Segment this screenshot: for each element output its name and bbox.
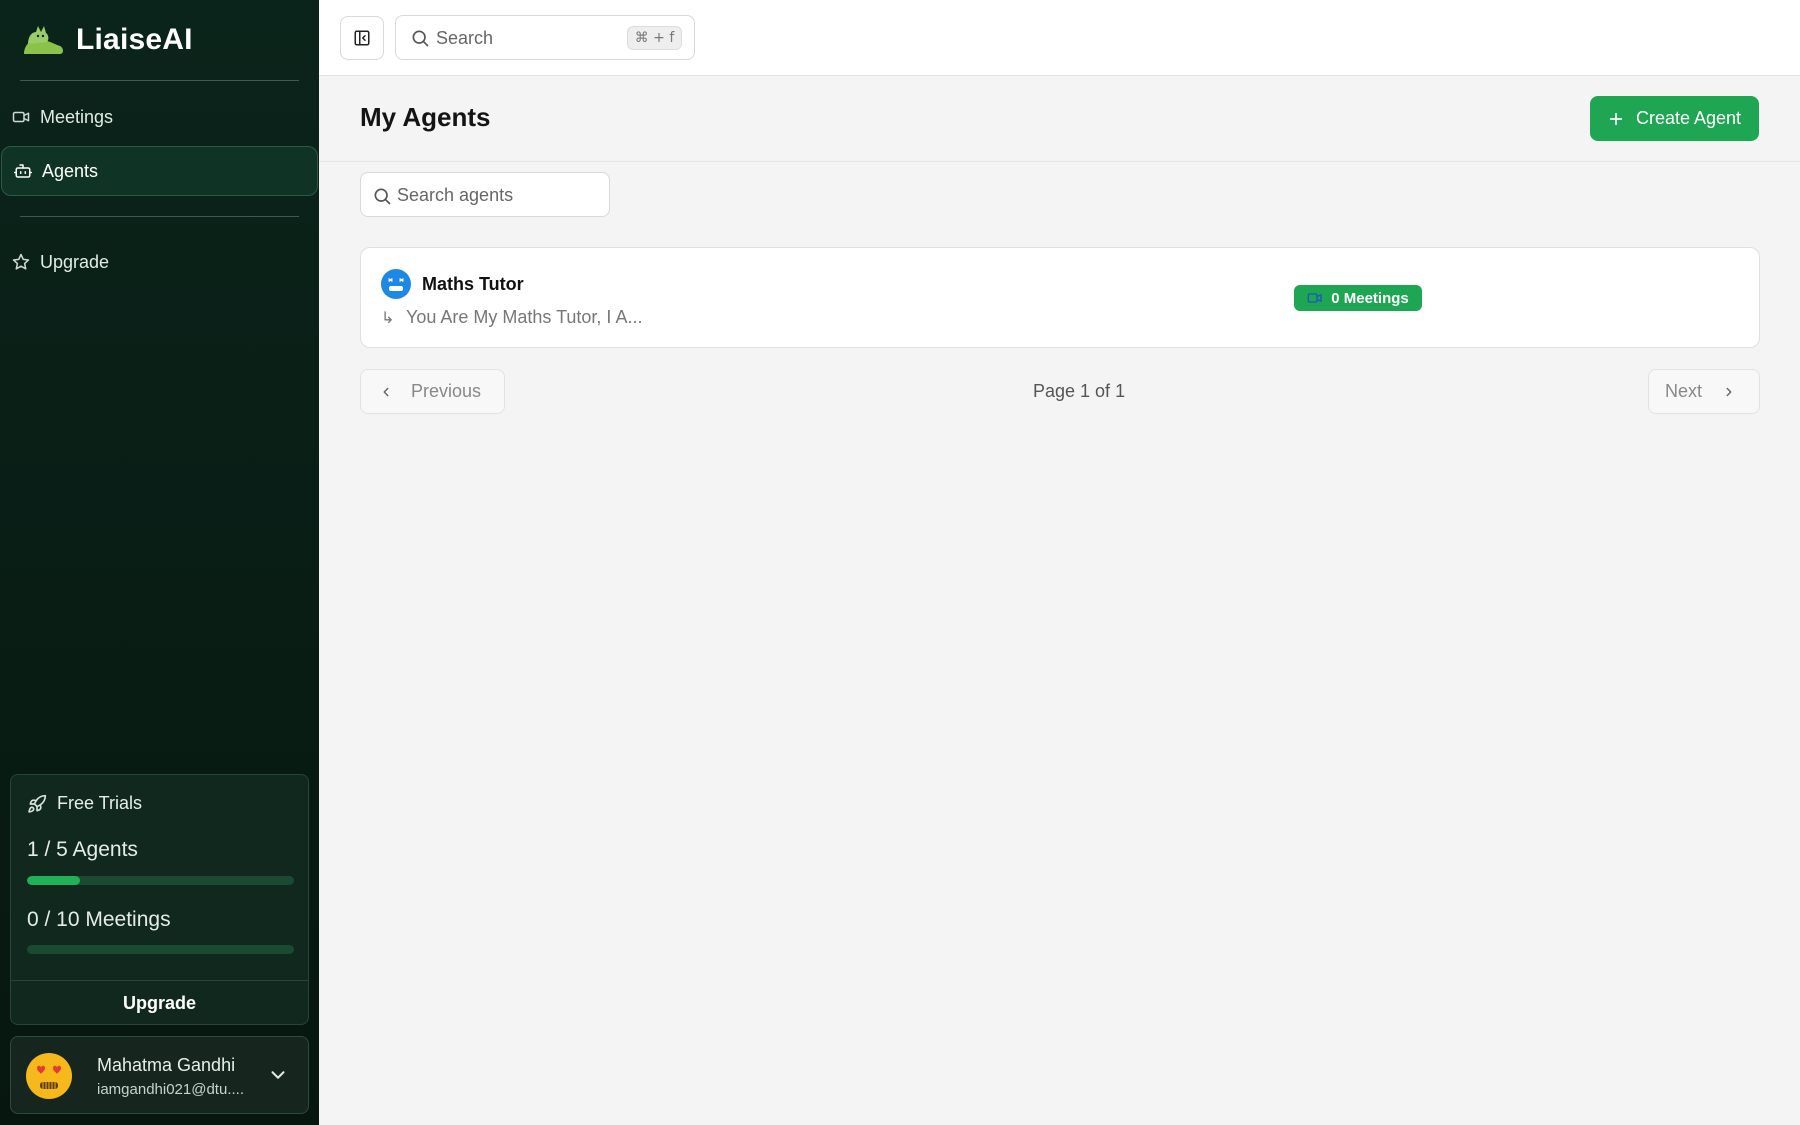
next-page-button[interactable]: Next (1648, 369, 1760, 414)
agent-avatar (381, 269, 411, 299)
agents-usage-label: 1 / 5 Agents (27, 838, 138, 861)
star-icon (12, 253, 30, 270)
agent-name: Maths Tutor (422, 274, 524, 294)
chevron-right-icon (1726, 387, 1732, 396)
logo-icon (24, 26, 63, 54)
top-bar: Search ⌘ + f (319, 0, 1800, 76)
panel-left-icon (354, 30, 370, 46)
plus-icon (1609, 112, 1623, 125)
sidebar-divider (20, 216, 299, 217)
agent-search-placeholder: Search agents (397, 185, 514, 205)
agent-search-input[interactable]: Search agents (360, 172, 610, 217)
meetings-count-badge: 0 Meetings (1294, 285, 1422, 311)
video-icon (12, 111, 30, 123)
agent-description: You Are My Maths Tutor, I A... (406, 307, 643, 327)
search-icon (412, 30, 429, 47)
global-search-placeholder: Search (436, 28, 494, 48)
previous-label: Previous (411, 381, 482, 401)
search-shortcut: ⌘ + f (627, 26, 682, 50)
brand[interactable]: LiaiseAI (20, 20, 193, 60)
sidebar-toggle-button[interactable] (340, 16, 384, 60)
create-agent-button[interactable]: Create Agent (1590, 96, 1759, 141)
meetings-usage-bar (27, 945, 294, 954)
user-email: iamgandhi021@dtu.... (97, 1081, 244, 1098)
trial-upgrade-button[interactable]: Upgrade (11, 980, 308, 1024)
previous-page-button[interactable]: Previous (360, 369, 505, 414)
meetings-usage-label: 0 / 10 Meetings (27, 908, 171, 931)
sidebar-divider (20, 80, 299, 81)
page-info: Page 1 of 1 (1033, 381, 1126, 401)
free-trial-card: Free Trials 1 / 5 Agents 0 / 10 Meetings… (10, 774, 309, 1025)
rocket-icon (28, 794, 47, 813)
agents-usage-bar (27, 876, 294, 885)
trial-header: Free Trials (27, 793, 142, 814)
sidebar-item-upgrade[interactable]: Upgrade (0, 237, 319, 287)
avatar (26, 1053, 72, 1099)
search-icon (374, 188, 391, 205)
sidebar-item-label: Meetings (40, 106, 114, 127)
app-name: LiaiseAI (76, 23, 193, 56)
next-label: Next (1665, 381, 1703, 401)
sidebar: LiaiseAI Meetings Agents Upgrade Free Tr… (0, 0, 319, 1125)
sidebar-item-label: Upgrade (40, 251, 110, 272)
sidebar-item-agents[interactable]: Agents (1, 146, 318, 196)
table-row[interactable]: Maths Tutor ↳ You Are My Maths Tutor, I … (360, 247, 1760, 348)
bot-icon (14, 164, 32, 178)
sidebar-item-meetings[interactable]: Meetings (0, 92, 319, 142)
page-header: My Agents Create Agent (319, 76, 1800, 162)
trial-title: Free Trials (57, 793, 143, 813)
user-menu-button[interactable]: Mahatma Gandhi iamgandhi021@dtu.... (10, 1036, 309, 1114)
chevron-left-icon (383, 387, 389, 396)
corner-down-right-icon: ↳ (381, 308, 395, 327)
global-search-input[interactable]: Search ⌘ + f (395, 15, 695, 60)
user-name: Mahatma Gandhi (97, 1055, 236, 1075)
page-title: My Agents (360, 102, 491, 132)
agents-usage-bar-fill (27, 876, 81, 885)
sidebar-item-label: Agents (42, 160, 99, 181)
meetings-count-label: 0 Meetings (1331, 289, 1409, 307)
video-icon (1307, 293, 1322, 303)
create-agent-label: Create Agent (1635, 108, 1742, 128)
chevron-down-icon (271, 1071, 285, 1079)
